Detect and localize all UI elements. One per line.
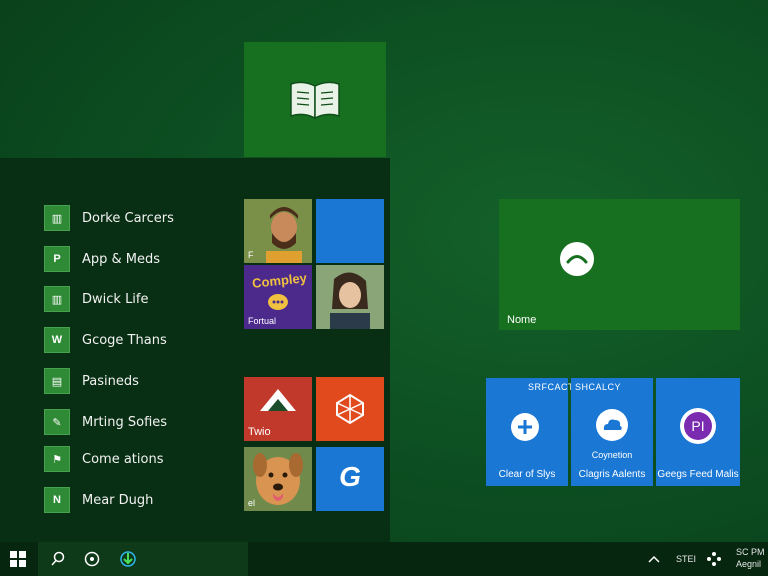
tile-header: SHCALCY bbox=[575, 382, 622, 392]
add-icon bbox=[511, 413, 539, 441]
g-app-tile[interactable]: G bbox=[316, 447, 384, 511]
book-icon bbox=[290, 81, 340, 120]
clock-date[interactable]: Aegnil bbox=[736, 559, 761, 569]
cloud-icon bbox=[596, 409, 628, 441]
desktop-background: ▥ Dorke Carcers P App & Meds ▥ Dwick Lif… bbox=[0, 0, 768, 576]
tile-label: Twio bbox=[248, 426, 271, 438]
web-tile[interactable] bbox=[316, 377, 384, 441]
app-icon: N bbox=[44, 487, 70, 513]
menu-item-come-ations[interactable]: ⚑ Come ations bbox=[44, 445, 224, 473]
chevron-up-icon[interactable] bbox=[646, 551, 662, 567]
tile-title: Compley bbox=[251, 270, 308, 291]
reading-tile[interactable] bbox=[244, 42, 386, 157]
menu-item-dorke-carcers[interactable]: ▥ Dorke Carcers bbox=[44, 204, 224, 232]
clear-tile[interactable]: SRFCACT Clear of Slys bbox=[486, 378, 574, 486]
menu-item-dwick-life[interactable]: ▥ Dwick Life bbox=[44, 285, 224, 313]
tile-label: Clear of Slys bbox=[498, 469, 556, 480]
menu-item-label: Pasineds bbox=[82, 373, 139, 389]
windows-start-icon[interactable] bbox=[10, 551, 26, 567]
menu-item-app-meds[interactable]: P App & Meds bbox=[44, 245, 224, 273]
mountain-icon bbox=[260, 389, 296, 411]
tile-label: Geegs Feed Malis bbox=[657, 469, 739, 480]
blank-blue-tile[interactable] bbox=[316, 199, 384, 263]
chat-bubble-icon bbox=[268, 294, 288, 310]
g-logo: G bbox=[339, 461, 361, 492]
download-icon[interactable] bbox=[120, 551, 136, 567]
person-photo bbox=[244, 199, 312, 263]
menu-item-label: Dorke Carcers bbox=[82, 210, 174, 226]
menu-item-label: Mear Dugh bbox=[82, 492, 154, 508]
tile-label: Nome bbox=[507, 314, 537, 326]
search-box[interactable] bbox=[38, 542, 248, 576]
tile-label: Fortual bbox=[248, 316, 277, 326]
compay-tile[interactable]: Compley Fortual bbox=[244, 265, 312, 329]
app-icon: ▥ bbox=[44, 286, 70, 312]
pi-icon: PI bbox=[680, 408, 716, 444]
clock-time[interactable]: SC PM bbox=[736, 547, 765, 557]
menu-item-label: Come ations bbox=[82, 451, 164, 467]
menu-item-label: App & Meds bbox=[82, 251, 161, 267]
menu-item-mear-dugh[interactable]: N Mear Dugh bbox=[44, 486, 224, 514]
person-photo bbox=[316, 265, 384, 329]
tile-label: F bbox=[248, 250, 254, 260]
dog-photo-tile[interactable]: el bbox=[244, 447, 312, 511]
contact-photo-tile[interactable] bbox=[316, 265, 384, 329]
menu-item-gcoge-thans[interactable]: W Gcoge Thans bbox=[44, 326, 224, 354]
app-icon: P bbox=[44, 246, 70, 272]
app-icon: ▤ bbox=[44, 368, 70, 394]
menu-item-pasineds[interactable]: ▤ Pasineds bbox=[44, 367, 224, 395]
app-icon: W bbox=[44, 327, 70, 353]
cortana-icon[interactable] bbox=[84, 551, 100, 567]
menu-item-label: Gcoge Thans bbox=[82, 332, 167, 348]
search-icon bbox=[51, 551, 65, 566]
tile-subtitle: Coynetion bbox=[591, 450, 633, 460]
twio-tile[interactable]: Twio bbox=[244, 377, 312, 441]
tile-label: el bbox=[248, 498, 256, 508]
feed-tile[interactable]: PI Geegs Feed Malis bbox=[656, 378, 740, 486]
sync-icon bbox=[560, 242, 594, 276]
app-icon: ▥ bbox=[44, 205, 70, 231]
tray-label: STEI bbox=[676, 554, 697, 564]
menu-item-label: Mrting Sofies bbox=[82, 414, 168, 430]
app-icon: ⚑ bbox=[44, 446, 70, 472]
menu-item-mrting-sofies[interactable]: ✎ Mrting Sofies bbox=[44, 408, 224, 436]
clagris-tile[interactable]: SHCALCY Coynetion Clagris Aalents bbox=[571, 378, 653, 486]
menu-item-label: Dwick Life bbox=[82, 291, 149, 307]
taskbar: STEI SC PM Aegnil bbox=[0, 542, 768, 576]
app-icon: ✎ bbox=[44, 409, 70, 435]
tile-header: SRFCACT bbox=[528, 382, 574, 392]
network-icon bbox=[336, 393, 364, 425]
tile-label: Clagris Aalents bbox=[578, 469, 646, 480]
network-tray-icon[interactable] bbox=[706, 551, 722, 567]
contact-photo-tile[interactable]: F bbox=[244, 199, 312, 263]
pi-glyph: PI bbox=[684, 412, 712, 440]
nome-tile[interactable]: Nome bbox=[499, 199, 740, 330]
